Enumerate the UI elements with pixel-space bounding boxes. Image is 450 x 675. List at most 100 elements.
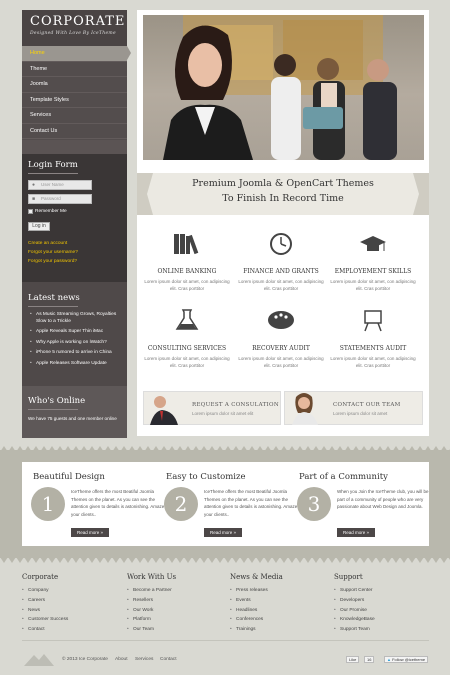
feature-title: STATEMENTS AUDIT bbox=[339, 345, 407, 352]
footer-link[interactable]: KnowledgeBase bbox=[334, 615, 429, 625]
whos-online-text: We have 75 guests and one member online bbox=[28, 416, 117, 421]
footer-link[interactable]: Developers bbox=[334, 596, 429, 606]
books-icon bbox=[174, 234, 199, 255]
read-more-button[interactable]: Read more » bbox=[71, 528, 109, 537]
clock-icon bbox=[270, 233, 292, 255]
footer-link[interactable]: Our Work bbox=[127, 606, 227, 616]
read-more-button[interactable]: Read more » bbox=[204, 528, 242, 537]
step-number-circle: 3 bbox=[297, 487, 331, 521]
footer-link[interactable]: News bbox=[22, 606, 122, 616]
menu-item-contact[interactable]: Contact Us bbox=[22, 124, 127, 139]
feature-desc: Lorem ipsum dolor sit amet, con adipisci… bbox=[238, 356, 324, 368]
read-more-button[interactable]: Read more » bbox=[337, 528, 375, 537]
news-divider bbox=[28, 306, 78, 307]
hero-image bbox=[143, 15, 424, 160]
footer-column-news-media: News & Media Press releases Events Headl… bbox=[230, 573, 330, 635]
logo-title[interactable]: CORPORATE bbox=[30, 14, 125, 29]
footer-link[interactable]: Support Team bbox=[334, 625, 429, 635]
user-icon: ● bbox=[32, 182, 36, 188]
footer-column-title: Work With Us bbox=[127, 573, 177, 581]
news-item[interactable]: Why Apple is working on iWatch? bbox=[28, 340, 122, 347]
feature-desc: Lorem ipsum dolor sit amet, con adipisci… bbox=[238, 279, 324, 291]
news-item[interactable]: Apple Releases Software Update bbox=[28, 361, 122, 368]
footer-column-work-with-us: Work With Us Become a Partner Resellers … bbox=[127, 573, 227, 635]
news-item[interactable]: iPhone 5 rumored to arrive in China bbox=[28, 350, 122, 357]
bottom-link-contact[interactable]: Contact bbox=[160, 657, 177, 662]
feature-desc: Lorem ipsum dolor sit amet, con adipisci… bbox=[330, 279, 416, 291]
graduation-cap-icon bbox=[360, 236, 386, 251]
password-field[interactable]: ■ Password bbox=[28, 194, 92, 204]
logo-tagline: Designed With Love By IceTheme bbox=[30, 31, 116, 36]
remember-label: Remember Me bbox=[35, 209, 67, 214]
footer-column-title: Support bbox=[334, 573, 363, 581]
banner-line-1: Premium Joomla & OpenCart Themes bbox=[192, 178, 374, 189]
businessman-photo bbox=[150, 396, 178, 425]
footer-divider bbox=[22, 640, 429, 641]
footer-column-title: Corporate bbox=[22, 573, 59, 581]
flask-icon bbox=[175, 309, 199, 330]
mountain-logo-icon bbox=[24, 654, 54, 666]
forgot-password-link[interactable]: Forgot your password? bbox=[28, 259, 77, 264]
step-text: IceTheme offers the most Beatiful Joomla… bbox=[204, 489, 298, 517]
support-agent-photo bbox=[292, 393, 318, 425]
footer-link[interactable]: Trainings bbox=[230, 625, 330, 635]
footer-link[interactable]: Resellers bbox=[127, 596, 227, 606]
step-title: Easy to Customize bbox=[166, 472, 246, 482]
twitter-follow-button[interactable]: ▲ Follow @icetheme bbox=[384, 656, 429, 663]
footer-link[interactable]: Headlines bbox=[230, 606, 330, 616]
footer-link[interactable]: Events bbox=[230, 596, 330, 606]
username-placeholder: User Name bbox=[41, 182, 64, 187]
login-divider bbox=[28, 173, 78, 174]
feature-title: EMPLOYEMENT SKILLS bbox=[334, 268, 412, 275]
whos-online-panel bbox=[22, 386, 127, 438]
footer-link[interactable]: Contact bbox=[22, 625, 122, 635]
step-text: When you Join the IceTheme club, you wil… bbox=[337, 489, 429, 509]
banner-title: Premium Joomla & OpenCart Themes To Fini… bbox=[137, 176, 429, 206]
lock-icon: ■ bbox=[32, 196, 36, 202]
footer-link[interactable]: Our Team bbox=[127, 625, 227, 635]
remember-checkbox[interactable] bbox=[28, 209, 33, 214]
menu-item-services[interactable]: Services bbox=[22, 108, 127, 124]
bottom-link-services[interactable]: Services bbox=[135, 657, 153, 662]
footer-link[interactable]: Careers bbox=[22, 596, 122, 606]
follow-label: Follow @icetheme bbox=[392, 657, 426, 662]
zigzag-top bbox=[0, 446, 450, 452]
banner-line-2: To Finish In Record Time bbox=[222, 193, 344, 204]
news-item[interactable]: Apple Reveals Super Thin iMac bbox=[28, 329, 122, 336]
facebook-like-button[interactable]: Like bbox=[346, 656, 360, 663]
menu-item-theme[interactable]: Theme bbox=[22, 62, 127, 77]
bottom-link-about[interactable]: About bbox=[115, 657, 128, 662]
menu-item-home[interactable]: Home bbox=[22, 46, 131, 62]
feature-desc: Lorem ipsum dolor sit amet, con adipisci… bbox=[330, 356, 416, 368]
like-label: Like bbox=[349, 657, 357, 662]
promo-desc: Lorem ipsum dolor sit amet bbox=[333, 411, 388, 416]
footer-link[interactable]: Customer Success bbox=[22, 615, 122, 625]
feature-desc: Lorem ipsum dolor sit amet, con adipisci… bbox=[144, 356, 230, 368]
menu-item-joomla[interactable]: Joomla bbox=[22, 77, 127, 93]
footer-link[interactable]: Our Promise bbox=[334, 606, 429, 616]
easel-icon bbox=[364, 310, 382, 332]
create-account-link[interactable]: Create an account bbox=[28, 241, 67, 246]
forgot-username-link[interactable]: Forgot your username? bbox=[28, 250, 78, 255]
menu-spacer bbox=[22, 140, 127, 154]
step-number-circle: 2 bbox=[164, 487, 198, 521]
footer-link[interactable]: Company bbox=[22, 586, 122, 596]
copyright-text: © 2013 Ice Corporate bbox=[62, 657, 108, 662]
footer-link[interactable]: Press releases bbox=[230, 586, 330, 596]
password-placeholder: Password bbox=[41, 196, 61, 201]
feature-title: ONLINE BANKING bbox=[157, 268, 217, 275]
news-item[interactable]: As Music Streaming Grows, Royalties Slow… bbox=[28, 312, 122, 325]
footer-link[interactable]: Become a Partner bbox=[127, 586, 227, 596]
menu-item-template-styles[interactable]: Template Styles bbox=[22, 93, 127, 108]
footer-link[interactable]: Platform bbox=[127, 615, 227, 625]
step-number-circle: 1 bbox=[31, 487, 65, 521]
latest-news-heading: Latest news bbox=[28, 293, 80, 303]
login-button[interactable]: Log in bbox=[28, 222, 50, 231]
username-field[interactable]: ● User Name bbox=[28, 180, 92, 190]
footer-link[interactable]: Support Center bbox=[334, 586, 429, 596]
whos-online-heading: Who's Online bbox=[28, 396, 86, 406]
step-text: IceTheme offers the most Beatiful Joomla… bbox=[71, 489, 165, 517]
footer-link[interactable]: Conferences bbox=[230, 615, 330, 625]
promo-title[interactable]: CONTACT OUR TEAM bbox=[333, 402, 401, 408]
promo-title[interactable]: REQUEST A CONSULATION bbox=[192, 402, 279, 408]
